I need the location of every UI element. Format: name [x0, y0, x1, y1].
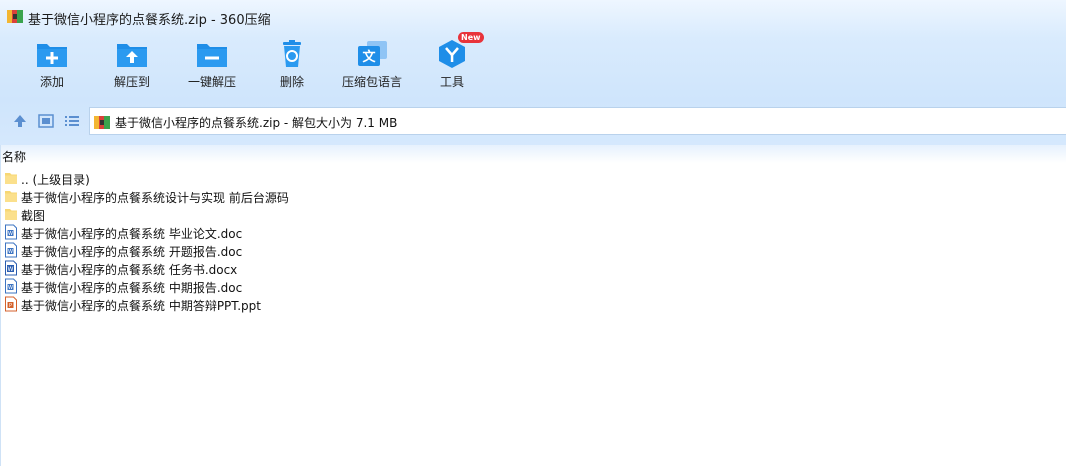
- folder-icon: [5, 173, 17, 184]
- add-button[interactable]: 添加: [10, 36, 94, 98]
- tools-button[interactable]: New 工具: [410, 32, 494, 98]
- file-row[interactable]: W 基于微信小程序的点餐系统 中期报告.doc: [0, 277, 600, 295]
- svg-text:W: W: [8, 231, 13, 237]
- delete-label: 删除: [279, 75, 304, 89]
- file-name: 基于微信小程序的点餐系统 任务书.docx: [21, 263, 238, 277]
- parent-directory-row[interactable]: .. (上级目录): [0, 169, 600, 187]
- zip-archive-icon: [94, 116, 110, 129]
- file-row[interactable]: W 基于微信小程序的点餐系统 毕业论文.doc: [0, 223, 600, 241]
- toolbar: 添加 解压到 一键解压 删除 文 压缩包语言 New 工具: [0, 32, 1066, 98]
- svg-text:W: W: [8, 285, 13, 291]
- file-row[interactable]: W 基于微信小程序的点餐系统 任务书.docx: [0, 259, 600, 277]
- file-name: 基于微信小程序的点餐系统 开题报告.doc: [21, 245, 243, 259]
- file-name: 基于微信小程序的点餐系统 毕业论文.doc: [21, 227, 243, 241]
- word-doc-icon: W: [5, 278, 17, 294]
- extract-to-button[interactable]: 解压到: [90, 36, 174, 98]
- add-folder-icon: [37, 44, 67, 67]
- add-label: 添加: [39, 75, 64, 89]
- file-row[interactable]: P 基于微信小程序的点餐系统 中期答辩PPT.ppt: [0, 295, 600, 313]
- word-doc-icon: W: [5, 242, 17, 258]
- file-name: 基于微信小程序的点餐系统设计与实现 前后台源码: [21, 191, 289, 205]
- delete-button[interactable]: 删除: [250, 36, 334, 98]
- file-name: 基于微信小程序的点餐系统 中期报告.doc: [21, 281, 243, 295]
- column-header-name[interactable]: 名称: [0, 145, 1066, 164]
- archive-language-label: 压缩包语言: [341, 75, 402, 89]
- address-bar[interactable]: 基于微信小程序的点餐系统.zip - 解包大小为 7.1 MB: [89, 107, 1066, 135]
- thumbnail-view-icon[interactable]: [37, 113, 55, 129]
- address-text: 基于微信小程序的点餐系统.zip - 解包大小为 7.1 MB: [115, 116, 398, 130]
- zip-archive-icon: [7, 10, 23, 23]
- one-click-extract-button[interactable]: 一键解压: [170, 36, 254, 98]
- file-name: .. (上级目录): [21, 173, 90, 187]
- one-click-extract-icon: [197, 44, 227, 67]
- file-row[interactable]: 基于微信小程序的点餐系统设计与实现 前后台源码: [0, 187, 600, 205]
- file-name: 截图: [21, 209, 46, 223]
- file-list: .. (上级目录) 基于微信小程序的点餐系统设计与实现 前后台源码 截图 W 基于微信小…: [0, 169, 600, 313]
- list-view-icon[interactable]: [63, 113, 81, 129]
- powerpoint-icon: P: [5, 296, 17, 312]
- tools-label: 工具: [439, 75, 464, 89]
- file-name: 基于微信小程序的点餐系统 中期答辩PPT.ppt: [21, 299, 261, 313]
- svg-text:W: W: [8, 266, 14, 273]
- title-bar: 基于微信小程序的点餐系统.zip - 360压缩: [0, 0, 1066, 32]
- word-docx-icon: W: [5, 260, 17, 276]
- column-name-label: 名称: [2, 150, 27, 164]
- file-row[interactable]: W 基于微信小程序的点餐系统 开题报告.doc: [0, 241, 600, 259]
- navigation-bar: 基于微信小程序的点餐系统.zip - 解包大小为 7.1 MB: [0, 104, 1066, 138]
- archive-language-button[interactable]: 文 压缩包语言: [330, 36, 414, 98]
- window-title: 基于微信小程序的点餐系统.zip - 360压缩: [28, 13, 271, 28]
- svg-text:P: P: [9, 303, 12, 309]
- folder-icon: [5, 209, 17, 220]
- one-click-extract-label: 一键解压: [187, 75, 236, 89]
- svg-text:W: W: [8, 249, 13, 255]
- language-icon: 文: [358, 41, 387, 66]
- folder-icon: [5, 191, 17, 202]
- tools-hex-icon: [439, 40, 465, 68]
- new-badge: New: [458, 32, 484, 43]
- extract-to-label: 解压到: [113, 75, 150, 89]
- file-row[interactable]: 截图: [0, 205, 600, 223]
- svg-text:文: 文: [362, 49, 376, 65]
- up-arrow-icon[interactable]: [11, 113, 29, 129]
- trash-icon: [283, 40, 301, 67]
- extract-folder-icon: [117, 44, 147, 67]
- word-doc-icon: W: [5, 224, 17, 240]
